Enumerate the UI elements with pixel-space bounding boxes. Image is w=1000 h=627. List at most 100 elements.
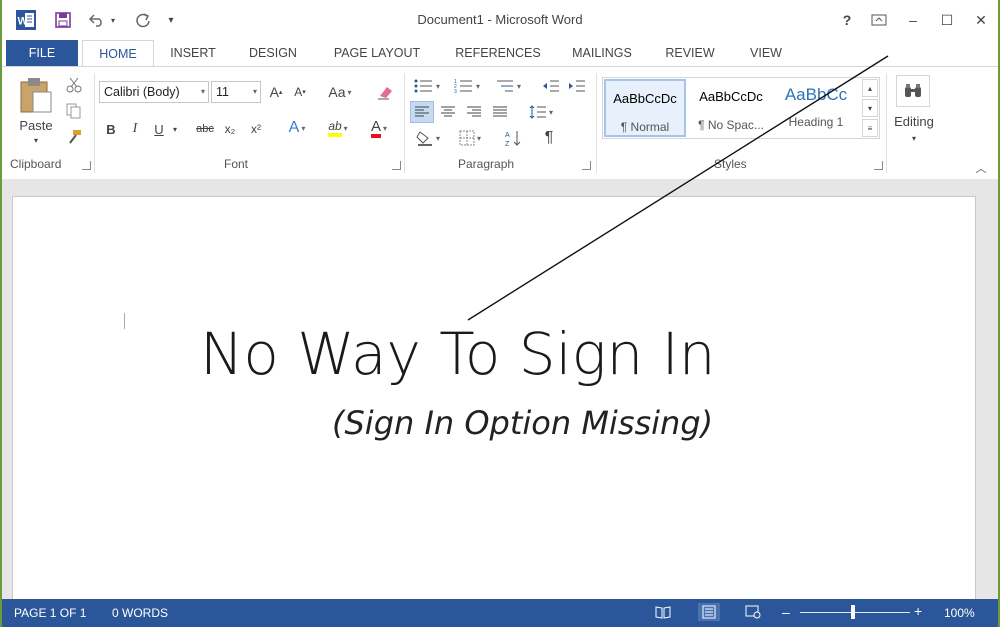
- highlight-button[interactable]: ab ▾: [320, 117, 356, 139]
- change-case-icon: Aa: [328, 84, 346, 100]
- style-heading-1[interactable]: AaBbCc Heading 1: [776, 79, 856, 137]
- svg-text:Z: Z: [505, 141, 510, 147]
- divider: [596, 73, 597, 173]
- cut-icon[interactable]: [64, 75, 84, 95]
- word-window: W ▾ ▾ Document1 - Microsoft Word ? – ☐ ✕…: [2, 0, 998, 627]
- divider: [404, 73, 405, 173]
- shading-button[interactable]: ▾: [410, 127, 446, 149]
- sort-icon[interactable]: AZ: [502, 127, 526, 149]
- font-size-value: 11: [216, 85, 229, 99]
- copy-icon[interactable]: [64, 101, 84, 121]
- document-page[interactable]: [12, 196, 976, 608]
- tab-insert[interactable]: INSERT: [162, 40, 224, 66]
- collapse-ribbon-icon[interactable]: ︿: [974, 160, 988, 175]
- style-name: Heading 1: [788, 115, 844, 129]
- paste-button[interactable]: Paste: [10, 117, 62, 133]
- align-center-icon[interactable]: [436, 101, 460, 123]
- document-area: [2, 179, 998, 608]
- multilevel-list-button[interactable]: ▾: [490, 75, 526, 97]
- change-case-button[interactable]: Aa ▾: [320, 81, 360, 103]
- tab-view[interactable]: VIEW: [738, 40, 794, 66]
- underline-dropdown-icon[interactable]: ▾: [170, 119, 180, 139]
- tab-file[interactable]: FILE: [6, 40, 78, 66]
- paste-icon[interactable]: [16, 75, 56, 115]
- zoom-slider-thumb[interactable]: [851, 605, 855, 619]
- justify-icon[interactable]: [488, 101, 512, 123]
- minimize-button[interactable]: –: [900, 8, 926, 32]
- italic-button[interactable]: I: [126, 119, 144, 139]
- zoom-slider-track[interactable]: [800, 612, 910, 613]
- page-count[interactable]: PAGE 1 OF 1: [14, 606, 86, 620]
- close-button[interactable]: ✕: [968, 8, 994, 32]
- style-no-spacing[interactable]: AaBbCcDc ¶ No Spac...: [690, 79, 772, 137]
- format-painter-icon[interactable]: [64, 127, 84, 147]
- clipboard-launcher-icon[interactable]: [82, 161, 91, 170]
- help-button[interactable]: ?: [834, 8, 860, 32]
- ribbon-tabs: FILE HOME INSERT DESIGN PAGE LAYOUT REFE…: [2, 40, 998, 68]
- undo-dropdown-icon[interactable]: ▾: [108, 9, 118, 31]
- decrease-indent-icon[interactable]: [540, 75, 562, 97]
- styles-more-icon[interactable]: ≡: [862, 119, 878, 137]
- increase-indent-icon[interactable]: [566, 75, 588, 97]
- zoom-out-button[interactable]: –: [782, 604, 790, 620]
- strikethrough-button[interactable]: abc: [192, 119, 218, 139]
- divider: [94, 73, 95, 173]
- web-layout-icon[interactable]: [744, 604, 762, 620]
- borders-button[interactable]: ▾: [452, 127, 488, 149]
- font-group-label: Font: [224, 157, 249, 171]
- binoculars-icon[interactable]: [896, 75, 930, 107]
- customize-qat-icon[interactable]: ▾: [164, 9, 178, 31]
- clipboard-group-label: Clipboard: [10, 157, 62, 171]
- font-family-combo[interactable]: Calibri (Body) ▾: [99, 81, 209, 103]
- word-count[interactable]: 0 WORDS: [112, 606, 168, 620]
- editing-dropdown-icon[interactable]: ▾: [908, 133, 920, 143]
- svg-text:A: A: [505, 132, 510, 139]
- paragraph-launcher-icon[interactable]: [582, 161, 591, 170]
- font-launcher-icon[interactable]: [392, 161, 401, 170]
- tab-design[interactable]: DESIGN: [240, 40, 306, 66]
- highlight-icon: ab: [328, 119, 342, 137]
- subscript-button[interactable]: x₂: [220, 119, 240, 139]
- print-layout-icon[interactable]: [698, 603, 720, 621]
- clear-formatting-icon[interactable]: [374, 81, 398, 103]
- editing-button[interactable]: Editing: [888, 113, 940, 129]
- underline-button[interactable]: U: [150, 119, 168, 139]
- style-name: ¶ No Spac...: [698, 118, 764, 132]
- style-name: ¶ Normal: [620, 120, 670, 134]
- tab-mailings[interactable]: MAILINGS: [562, 40, 642, 66]
- grow-font-button[interactable]: A ▴: [266, 81, 286, 103]
- read-mode-icon[interactable]: [654, 604, 672, 620]
- bullets-button[interactable]: ▾: [410, 75, 444, 97]
- tab-page-layout[interactable]: PAGE LAYOUT: [322, 40, 432, 66]
- maximize-button[interactable]: ☐: [934, 8, 960, 32]
- tab-references[interactable]: REFERENCES: [448, 40, 548, 66]
- show-marks-button[interactable]: ¶: [538, 127, 560, 149]
- paste-dropdown-icon[interactable]: ▾: [30, 135, 42, 145]
- numbering-button[interactable]: 1 2 3 ▾: [450, 75, 484, 97]
- shrink-font-button[interactable]: A ▾: [290, 81, 310, 103]
- styles-scroll-down-icon[interactable]: ▾: [862, 99, 878, 117]
- redo-icon[interactable]: [132, 9, 154, 31]
- tab-home[interactable]: HOME: [82, 40, 154, 68]
- save-icon[interactable]: [52, 9, 74, 31]
- undo-icon[interactable]: [86, 9, 108, 31]
- styles-launcher-icon[interactable]: [874, 161, 883, 170]
- text-effects-button[interactable]: A ▾: [282, 117, 312, 139]
- font-color-button[interactable]: A ▾: [362, 117, 396, 139]
- style-normal[interactable]: AaBbCcDc ¶ Normal: [604, 79, 686, 137]
- align-left-icon[interactable]: [410, 101, 434, 123]
- line-spacing-button[interactable]: ▾: [524, 101, 558, 123]
- superscript-button[interactable]: x²: [246, 119, 266, 139]
- zoom-level[interactable]: 100%: [944, 606, 975, 620]
- styles-scroll-up-icon[interactable]: ▴: [862, 79, 878, 97]
- font-size-combo[interactable]: 11 ▾: [211, 81, 261, 103]
- align-right-icon[interactable]: [462, 101, 486, 123]
- tab-review[interactable]: REVIEW: [658, 40, 722, 66]
- svg-text:3: 3: [454, 89, 457, 93]
- shrink-font-icon: A: [294, 85, 303, 99]
- zoom-in-button[interactable]: +: [914, 603, 922, 619]
- word-app-icon[interactable]: W: [16, 10, 36, 30]
- text-cursor: [124, 313, 125, 329]
- ribbon-display-options-icon[interactable]: [866, 8, 892, 32]
- bold-button[interactable]: B: [102, 119, 120, 139]
